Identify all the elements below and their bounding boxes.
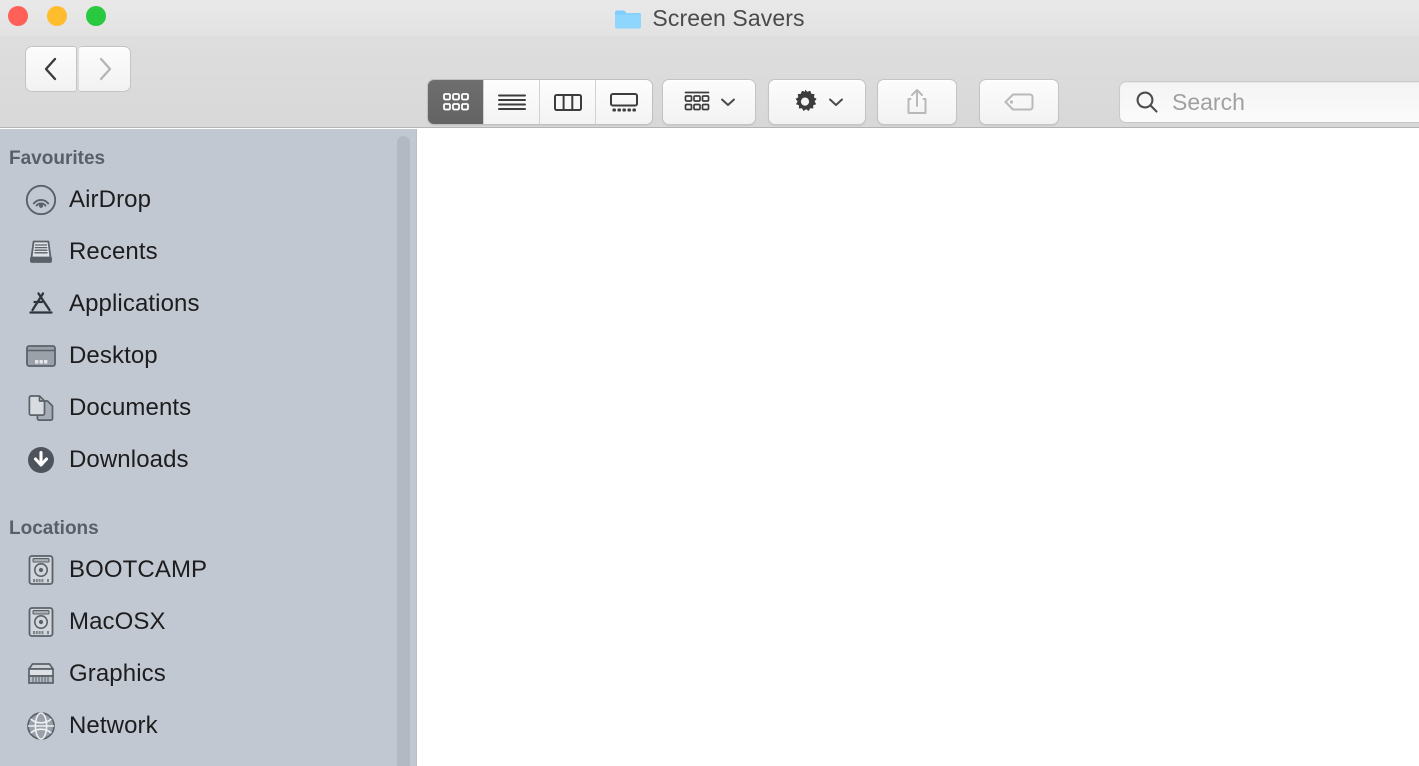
window-title-group: Screen Savers bbox=[0, 0, 1419, 36]
columns-icon bbox=[553, 94, 582, 111]
gallery-view-button[interactable] bbox=[596, 80, 652, 124]
tag-icon bbox=[1004, 93, 1034, 111]
sidebar-item-label: MacOSX bbox=[69, 608, 166, 635]
sidebar-item-label: Recents bbox=[69, 238, 158, 265]
sidebar-section-locations-title: Locations bbox=[9, 518, 99, 539]
share-icon bbox=[907, 89, 927, 114]
sidebar-item-label: Graphics bbox=[69, 660, 166, 687]
window-title: Screen Savers bbox=[652, 4, 805, 31]
airdrop-icon bbox=[25, 184, 57, 216]
gallery-icon bbox=[610, 92, 638, 111]
chevron-down-icon bbox=[828, 98, 843, 106]
back-forward-group bbox=[25, 46, 131, 92]
sidebar-item-applications[interactable]: Applications bbox=[0, 278, 417, 330]
list-view-button[interactable] bbox=[484, 80, 540, 124]
icon-view-button[interactable] bbox=[428, 80, 484, 124]
network-globe-icon bbox=[25, 710, 57, 742]
sidebar-item-documents[interactable]: Documents bbox=[0, 382, 417, 434]
chevron-right-icon bbox=[99, 57, 111, 81]
forward-button[interactable] bbox=[79, 46, 131, 92]
sidebar-item-downloads[interactable]: Downloads bbox=[0, 434, 417, 486]
file-server-icon bbox=[25, 658, 57, 690]
hard-drive-icon bbox=[25, 606, 57, 638]
group-button[interactable] bbox=[662, 79, 756, 125]
share-button[interactable] bbox=[877, 79, 957, 125]
applications-icon bbox=[25, 288, 57, 320]
sidebar-item-recents[interactable]: Recents bbox=[0, 226, 417, 278]
gear-icon bbox=[795, 89, 817, 111]
sidebar-section-favourites-title: Favourites bbox=[9, 148, 106, 169]
sidebar-item-label: Documents bbox=[69, 394, 192, 421]
sidebar-item-desktop[interactable]: Desktop bbox=[0, 330, 417, 382]
action-button[interactable] bbox=[768, 79, 866, 125]
downloads-icon bbox=[25, 444, 57, 476]
recents-icon bbox=[25, 236, 57, 268]
edit-tags-button[interactable] bbox=[979, 79, 1059, 125]
toolbar: Back/Forward bbox=[0, 36, 1419, 153]
column-view-button[interactable] bbox=[540, 80, 596, 124]
search-icon bbox=[1136, 91, 1158, 113]
hard-drive-icon bbox=[25, 554, 57, 586]
sidebar-item-label: BOOTCAMP bbox=[69, 556, 208, 583]
chevron-down-icon bbox=[720, 98, 735, 106]
file-list-area[interactable] bbox=[417, 129, 1419, 766]
folder-icon bbox=[615, 10, 642, 28]
sidebar-item-graphics[interactable]: Graphics bbox=[0, 648, 417, 700]
group-grid-icon bbox=[684, 91, 709, 111]
chevron-left-icon bbox=[44, 57, 57, 81]
sidebar-item-network[interactable]: Network bbox=[0, 700, 417, 752]
sidebar-item-label: Desktop bbox=[69, 342, 158, 369]
sidebar-item-label: Downloads bbox=[69, 446, 189, 473]
sidebar-item-macosx[interactable]: MacOSX bbox=[0, 596, 417, 648]
list-icon bbox=[497, 94, 526, 110]
sidebar-item-label: Applications bbox=[69, 290, 200, 317]
sidebar-item-bootcamp[interactable]: BOOTCAMP bbox=[0, 544, 417, 596]
sidebar-item-label: AirDrop bbox=[69, 186, 152, 213]
grid-icon bbox=[442, 93, 469, 111]
sidebar: Favourites AirDrop Recents Applications … bbox=[0, 129, 417, 766]
search-field[interactable]: Search bbox=[1119, 81, 1419, 123]
sidebar-item-airdrop[interactable]: AirDrop bbox=[0, 174, 417, 226]
sidebar-item-label: Network bbox=[69, 712, 158, 739]
search-placeholder: Search bbox=[1172, 88, 1245, 115]
sidebar-scrollbar[interactable] bbox=[397, 136, 410, 766]
titlebar: Screen Savers bbox=[0, 0, 1419, 36]
finder-window: Screen Savers Back/Forward bbox=[0, 0, 1419, 766]
desktop-icon bbox=[25, 340, 57, 372]
back-button[interactable] bbox=[25, 46, 77, 92]
view-segmented-control bbox=[427, 79, 653, 125]
documents-icon bbox=[25, 392, 57, 424]
